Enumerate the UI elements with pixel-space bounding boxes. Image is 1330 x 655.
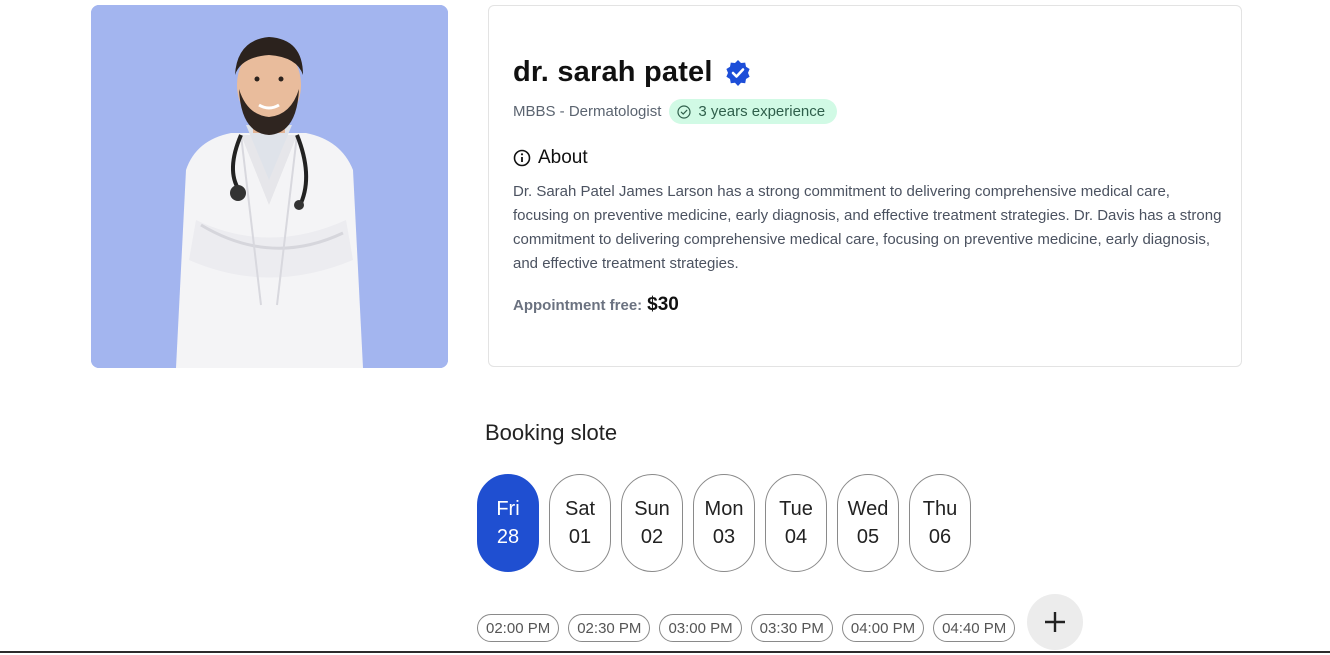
day-selector: Fri 28 Sat 01 Sun 02 Mon 03 Tue 04 Wed 05 Thu 06 xyxy=(477,474,981,572)
day-date: 01 xyxy=(568,526,592,548)
doctor-name: dr. sarah patel xyxy=(513,56,713,88)
doctor-degree: MBBS - Dermatologist xyxy=(513,103,662,120)
page-bottom-divider xyxy=(0,651,1330,653)
day-name: Sun xyxy=(634,498,670,520)
doctor-name-row: dr. sarah patel xyxy=(513,56,751,89)
time-slot[interactable]: 04:00 PM xyxy=(841,614,925,642)
experience-label: 3 years experience xyxy=(698,103,826,120)
doctor-info-card: dr. sarah patel MBBS - Dermatologist 3 y… xyxy=(488,5,1242,367)
day-name: Tue xyxy=(779,498,813,520)
time-slot[interactable]: 02:00 PM xyxy=(477,614,560,642)
day-name: Mon xyxy=(704,498,744,520)
info-icon xyxy=(513,149,531,167)
day-date: 28 xyxy=(496,526,520,548)
day-option[interactable]: Tue 04 xyxy=(765,474,827,572)
plus-icon xyxy=(1045,612,1065,632)
day-date: 04 xyxy=(784,526,808,548)
day-option[interactable]: Sun 02 xyxy=(621,474,683,572)
day-option[interactable]: Mon 03 xyxy=(693,474,755,572)
doctor-meta-row: MBBS - Dermatologist 3 years experience xyxy=(513,99,838,124)
time-slot-list: 02:00 PM 02:30 PM 03:00 PM 03:30 PM 04:00 PM… xyxy=(477,614,1024,642)
day-date: 03 xyxy=(712,526,736,548)
day-option[interactable]: Thu 06 xyxy=(909,474,971,572)
day-name: Thu xyxy=(922,498,958,520)
time-slot[interactable]: 03:00 PM xyxy=(659,614,742,642)
day-option[interactable]: Sat 01 xyxy=(549,474,611,572)
day-name: Fri xyxy=(496,498,520,520)
fee-label: Appointment free: xyxy=(513,297,643,314)
time-slot[interactable]: 03:30 PM xyxy=(750,614,833,642)
day-option[interactable]: Fri 28 xyxy=(477,474,539,572)
add-slot-button[interactable] xyxy=(1027,594,1083,650)
day-date: 05 xyxy=(856,526,880,548)
time-slot[interactable]: 04:40 PM xyxy=(933,614,1016,642)
verified-icon xyxy=(725,59,751,86)
day-date: 06 xyxy=(928,526,952,548)
day-name: Sat xyxy=(564,498,596,520)
day-option[interactable]: Wed 05 xyxy=(837,474,899,572)
doctor-photo xyxy=(91,5,448,368)
check-circle-icon xyxy=(677,104,691,119)
time-slot[interactable]: 02:30 PM xyxy=(568,614,651,642)
doctor-portrait-image xyxy=(91,5,448,368)
fee-value: $30 xyxy=(647,294,679,315)
day-name: Wed xyxy=(847,498,889,520)
about-title: About xyxy=(538,147,588,168)
about-heading: About xyxy=(513,147,588,169)
about-description: Dr. Sarah Patel James Larson has a stron… xyxy=(513,183,1222,272)
experience-badge: 3 years experience xyxy=(669,99,838,124)
booking-title: Booking slote xyxy=(485,420,618,445)
day-date: 02 xyxy=(640,526,664,548)
fee-row: Appointment free: $30 xyxy=(513,294,679,316)
